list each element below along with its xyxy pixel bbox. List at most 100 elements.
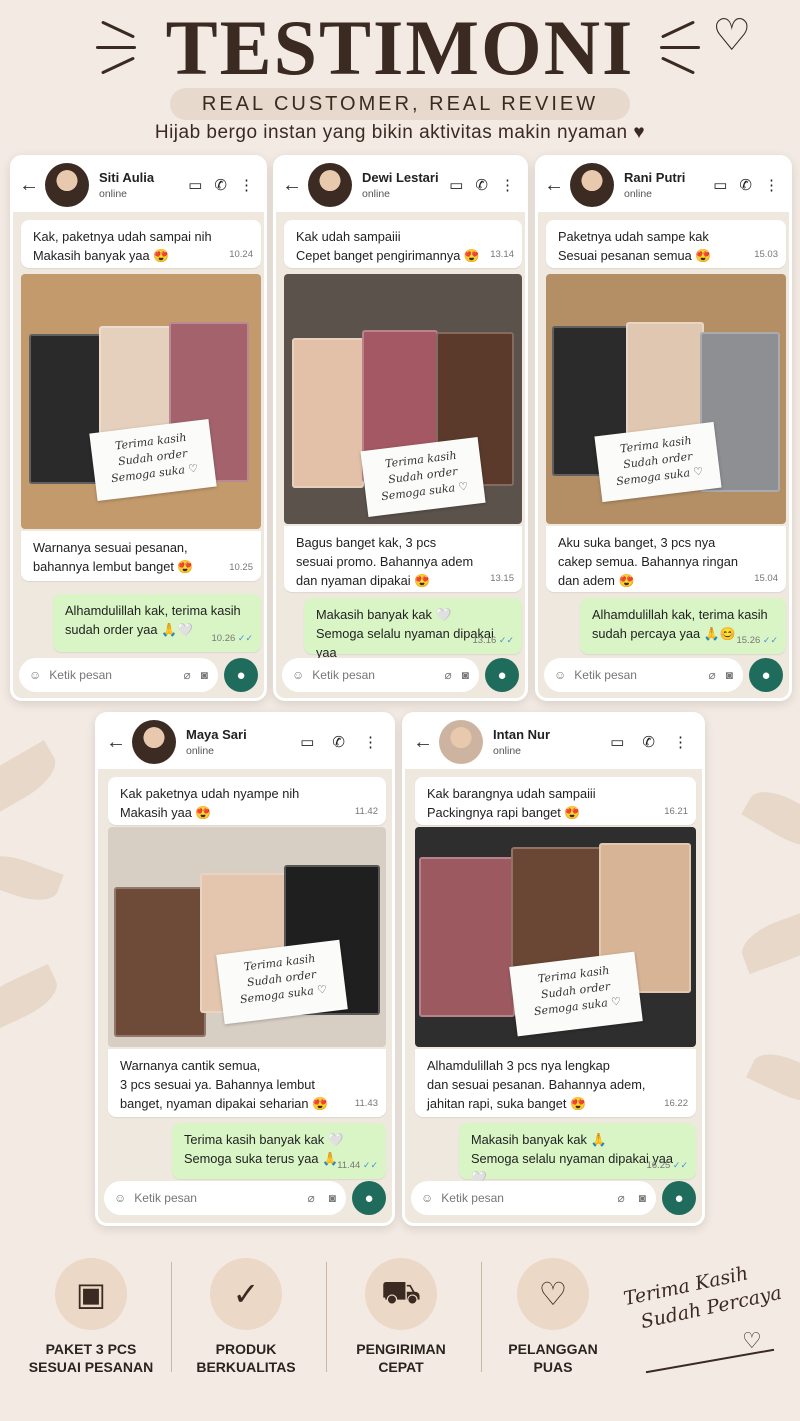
feature-label: PELANGGAN PUAS bbox=[478, 1340, 628, 1376]
avatar[interactable] bbox=[132, 720, 176, 764]
feature-pengiriman: ⛟ PENGIRIMAN CEPAT bbox=[326, 1258, 476, 1376]
back-arrow-icon[interactable]: ← bbox=[282, 174, 304, 197]
message-line: sesuai promo. Bahannya adem bbox=[296, 554, 474, 569]
contact-name[interactable]: Siti Aulia bbox=[99, 170, 188, 185]
chat-card-dewi-lestari: ← Dewi Lestari online ▭ ✆ ⋮ Kak udah sam… bbox=[273, 155, 528, 701]
chat-header: ← Maya Sari online ▭ ✆ ⋮ bbox=[98, 715, 392, 769]
attach-icon[interactable]: ⌀ bbox=[445, 668, 452, 682]
phone-icon[interactable]: ✆ bbox=[332, 733, 345, 751]
attach-icon[interactable]: ⌀ bbox=[308, 1191, 315, 1205]
message-line: Cepet banget pengirimannya 😍 bbox=[296, 248, 480, 263]
contact-status: online bbox=[624, 188, 653, 200]
mic-icon: ● bbox=[497, 666, 507, 684]
product-photo[interactable]: Terima kasih Sudah order Semoga suka ♡ bbox=[415, 827, 696, 1047]
product-photo[interactable]: Terima kasih Sudah order Semoga suka ♡ bbox=[546, 274, 786, 524]
feature-line: PUAS bbox=[533, 1359, 573, 1375]
attach-icon[interactable]: ⌀ bbox=[184, 668, 191, 682]
phone-icon[interactable]: ✆ bbox=[214, 176, 227, 194]
product-photo[interactable]: Terima kasih Sudah order Semoga suka ♡ bbox=[21, 274, 261, 529]
product-photo[interactable]: Terima kasih Sudah order Semoga suka ♡ bbox=[108, 827, 386, 1047]
message-input[interactable]: ☺ Ketik pesan ⌀ ◙ bbox=[19, 658, 218, 692]
feature-label: PENGIRIMAN CEPAT bbox=[326, 1340, 476, 1376]
attach-icon[interactable]: ⌀ bbox=[709, 668, 716, 682]
mic-button[interactable]: ● bbox=[485, 658, 519, 692]
message-line: Aku suka banget, 3 pcs nya bbox=[558, 535, 716, 550]
contact-name[interactable]: Rani Putri bbox=[624, 170, 713, 185]
chat-header: ← Intan Nur online ▭ ✆ ⋮ bbox=[405, 715, 702, 769]
contact-name[interactable]: Intan Nur bbox=[493, 727, 610, 742]
message-time: 13.15 bbox=[490, 573, 514, 584]
avatar[interactable] bbox=[45, 163, 89, 207]
phone-icon[interactable]: ✆ bbox=[739, 176, 752, 194]
input-placeholder: Ketik pesan bbox=[49, 668, 112, 682]
emoji-icon[interactable]: ☺ bbox=[29, 668, 41, 682]
contact-name[interactable]: Maya Sari bbox=[186, 727, 300, 742]
message-time: 15.03 bbox=[754, 249, 778, 260]
camera-icon[interactable]: ◙ bbox=[639, 1191, 646, 1205]
chat-card-rani-putri: ← Rani Putri online ▭ ✆ ⋮ Paketnya udah … bbox=[535, 155, 792, 701]
message-input[interactable]: ☺ Ketik pesan ⌀ ◙ bbox=[104, 1181, 346, 1215]
mic-button[interactable]: ● bbox=[352, 1181, 386, 1215]
emoji-icon[interactable]: ☺ bbox=[554, 668, 566, 682]
back-arrow-icon[interactable]: ← bbox=[544, 174, 566, 197]
feature-line: PAKET 3 PCS bbox=[45, 1341, 137, 1357]
message-input[interactable]: ☺ Ketik pesan ⌀ ◙ bbox=[411, 1181, 656, 1215]
avatar[interactable] bbox=[308, 163, 352, 207]
feature-label: PRODUK BERKUALITAS bbox=[171, 1340, 321, 1376]
phone-icon[interactable]: ✆ bbox=[642, 733, 655, 751]
back-arrow-icon[interactable]: ← bbox=[106, 731, 128, 754]
feature-pelanggan: ♡ PELANGGAN PUAS bbox=[478, 1258, 628, 1376]
mic-button[interactable]: ● bbox=[662, 1181, 696, 1215]
camera-icon[interactable]: ◙ bbox=[726, 668, 733, 682]
incoming-message: Kak udah sampaiii Cepet banget pengirima… bbox=[284, 220, 522, 268]
message-input-bar: ☺ Ketik pesan ⌀ ◙ ● bbox=[544, 658, 783, 692]
message-input-bar: ☺ Ketik pesan ⌀ ◙ ● bbox=[104, 1181, 386, 1215]
outgoing-message: Makasih banyak kak 🤍 Semoga selalu nyama… bbox=[304, 598, 522, 660]
avatar[interactable] bbox=[570, 163, 614, 207]
video-call-icon[interactable]: ▭ bbox=[300, 733, 314, 751]
back-arrow-icon[interactable]: ← bbox=[19, 174, 41, 197]
message-line: Makasih banyak yaa 😍 bbox=[33, 248, 170, 263]
message-line: banget, nyaman dipakai seharian 😍 bbox=[120, 1096, 329, 1111]
feature-line: PRODUK bbox=[215, 1341, 277, 1357]
read-ticks-icon: ✓✓ bbox=[498, 635, 514, 645]
message-time: 13.14 bbox=[490, 249, 514, 260]
camera-icon[interactable]: ◙ bbox=[462, 668, 469, 682]
contact-name[interactable]: Dewi Lestari bbox=[362, 170, 449, 185]
video-call-icon[interactable]: ▭ bbox=[610, 733, 624, 751]
more-options-icon[interactable]: ⋮ bbox=[764, 176, 779, 194]
incoming-message: Warnanya sesuai pesanan, bahannya lembut… bbox=[21, 531, 261, 581]
emoji-icon[interactable]: ☺ bbox=[421, 1191, 433, 1205]
more-options-icon[interactable]: ⋮ bbox=[239, 176, 254, 194]
chat-card-intan-nur: ← Intan Nur online ▭ ✆ ⋮ Kak barangnya u… bbox=[402, 712, 705, 1226]
more-options-icon[interactable]: ⋮ bbox=[673, 733, 688, 751]
mic-button[interactable]: ● bbox=[749, 658, 783, 692]
chat-card-siti-aulia: ← Siti Aulia online ▭ ✆ ⋮ Kak, paketnya … bbox=[10, 155, 267, 701]
avatar[interactable] bbox=[439, 720, 483, 764]
more-options-icon[interactable]: ⋮ bbox=[363, 733, 378, 751]
mic-icon: ● bbox=[761, 666, 771, 684]
outgoing-message: Terima kasih banyak kak 🤍 Semoga suka te… bbox=[172, 1123, 386, 1179]
message-input[interactable]: ☺ Ketik pesan ⌀ ◙ bbox=[282, 658, 479, 692]
read-ticks-icon: ✓✓ bbox=[762, 635, 778, 645]
feature-produk: ✓ PRODUK BERKUALITAS bbox=[171, 1258, 321, 1376]
hijab-pack-brown bbox=[114, 887, 206, 1037]
video-call-icon[interactable]: ▭ bbox=[449, 176, 463, 194]
emoji-icon[interactable]: ☺ bbox=[292, 668, 304, 682]
mic-button[interactable]: ● bbox=[224, 658, 258, 692]
back-arrow-icon[interactable]: ← bbox=[413, 731, 435, 754]
more-options-icon[interactable]: ⋮ bbox=[500, 176, 515, 194]
phone-icon[interactable]: ✆ bbox=[475, 176, 488, 194]
product-photo[interactable]: Terima kasih Sudah order Semoga suka ♡ bbox=[284, 274, 522, 524]
message-line: Kak udah sampaiii bbox=[296, 229, 401, 244]
camera-icon[interactable]: ◙ bbox=[329, 1191, 336, 1205]
message-input[interactable]: ☺ Ketik pesan ⌀ ◙ bbox=[544, 658, 743, 692]
attach-icon[interactable]: ⌀ bbox=[618, 1191, 625, 1205]
video-call-icon[interactable]: ▭ bbox=[713, 176, 727, 194]
contact-status: online bbox=[186, 745, 215, 757]
video-call-icon[interactable]: ▭ bbox=[188, 176, 202, 194]
camera-icon[interactable]: ◙ bbox=[201, 668, 208, 682]
input-placeholder: Ketik pesan bbox=[441, 1191, 504, 1205]
emoji-icon[interactable]: ☺ bbox=[114, 1191, 126, 1205]
feature-line: SESUAI PESANAN bbox=[28, 1359, 154, 1375]
